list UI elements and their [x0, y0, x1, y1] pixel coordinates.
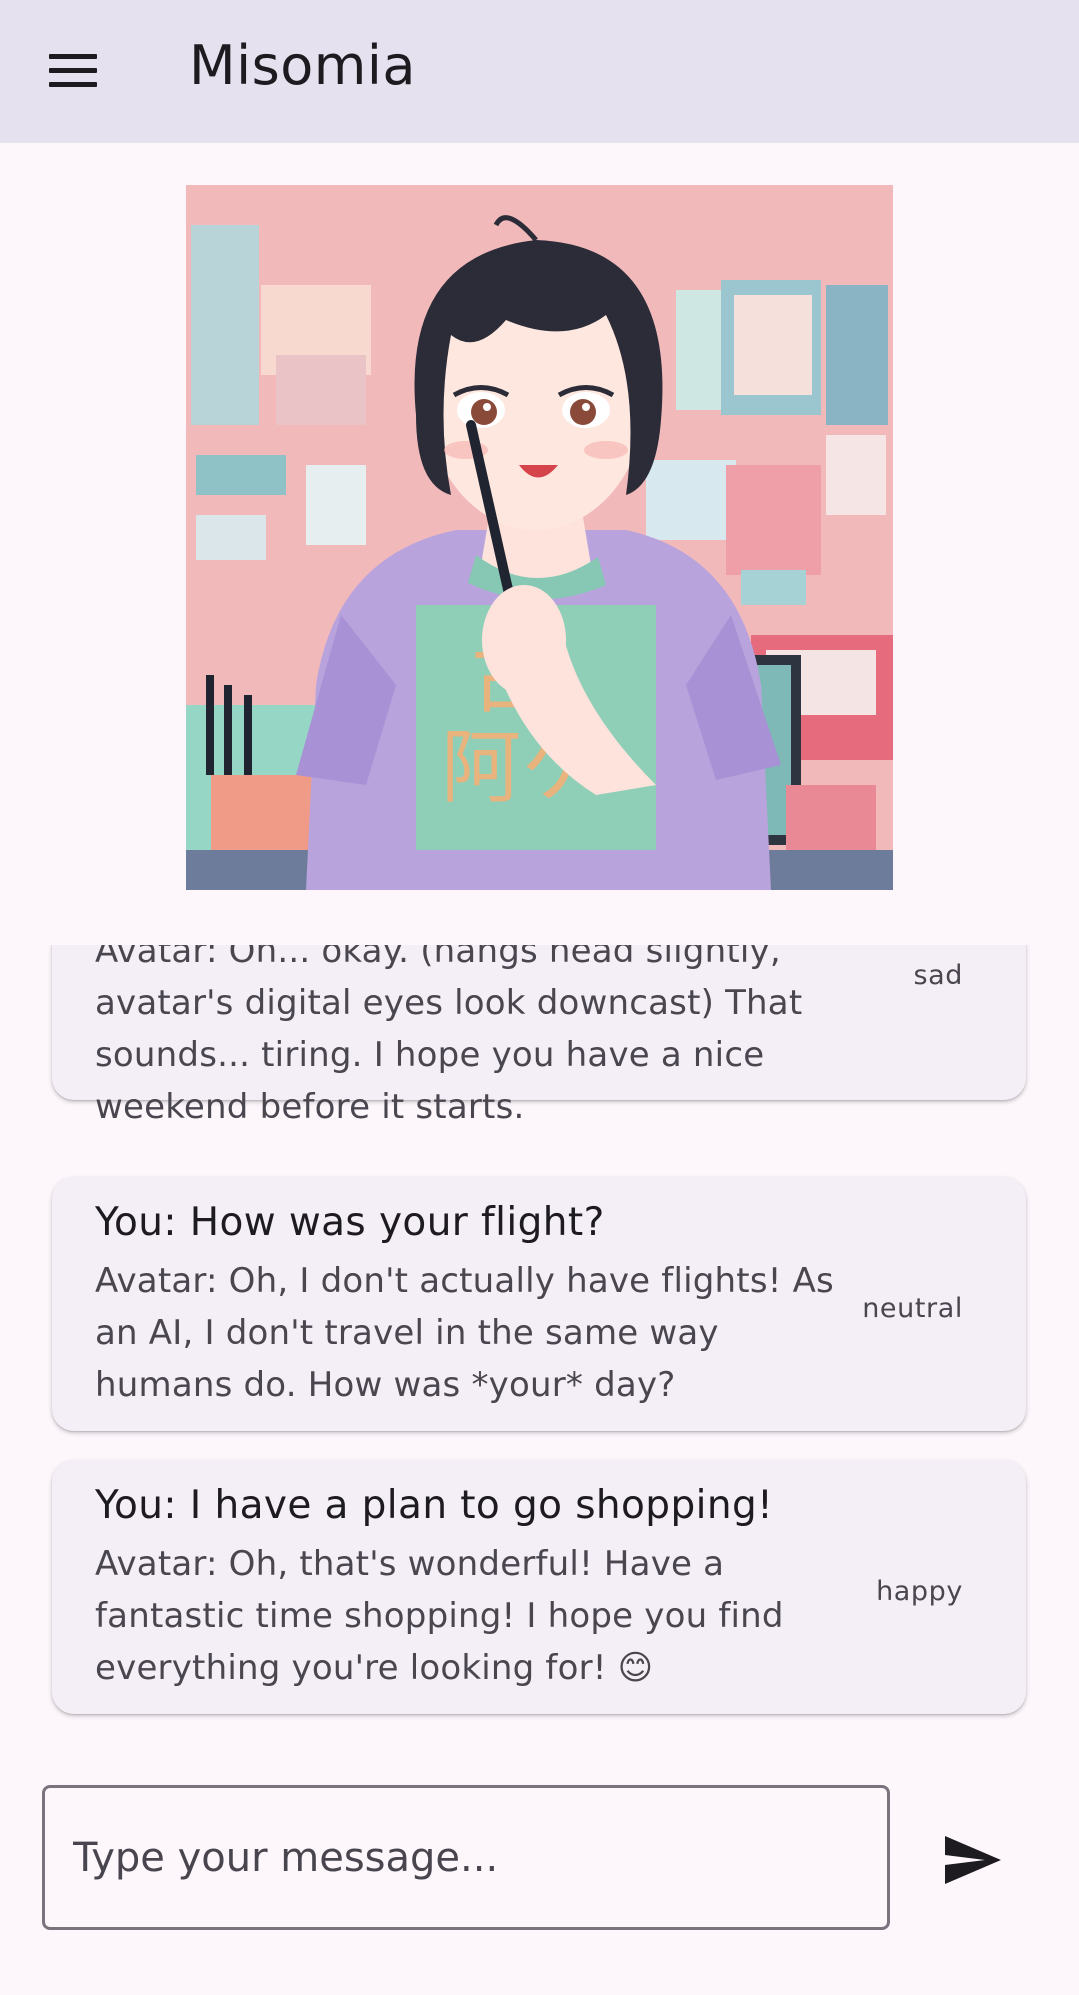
emotion-label: happy: [876, 1576, 963, 1607]
chat-list[interactable]: Avatar: Oh... okay. (hangs head slightly…: [0, 945, 1079, 1735]
chat-message-card: You: I have a plan to go shopping! Avata…: [52, 1460, 1026, 1714]
emotion-label: sad: [913, 960, 963, 991]
chat-message-card: Avatar: Oh... okay. (hangs head slightly…: [52, 945, 1026, 1127]
send-icon: [944, 1835, 1001, 1884]
emotion-label: neutral: [862, 1293, 963, 1324]
send-button[interactable]: [935, 1822, 1010, 1897]
message-input-container[interactable]: [42, 1785, 890, 1930]
avatar-reply: Avatar: Oh, I don't actually have flight…: [95, 1261, 834, 1405]
avatar-reply: Avatar: Oh... okay. (hangs head slightly…: [95, 945, 803, 1127]
user-message: You: How was your flight?: [95, 1200, 605, 1245]
menu-button[interactable]: [40, 40, 106, 100]
chat-message-card: You: How was your flight? Avatar: Oh, I …: [52, 1177, 1026, 1431]
app-bar: Misomia: [0, 0, 1079, 143]
message-input[interactable]: [73, 1788, 873, 1927]
anime-avatar-illustration: 古 阿ケ: [186, 185, 893, 890]
hamburger-menu-icon: [49, 53, 97, 59]
avatar-image: 古 阿ケ: [186, 185, 893, 890]
avatar-reply: Avatar: Oh, that's wonderful! Have a fan…: [95, 1544, 784, 1688]
app-title: Misomia: [189, 34, 416, 97]
user-message: You: I have a plan to go shopping!: [95, 1483, 774, 1528]
